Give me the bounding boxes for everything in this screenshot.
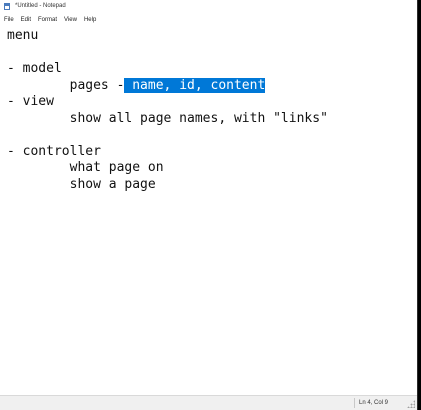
text-line: pages - name, id, content bbox=[7, 77, 266, 93]
text-line bbox=[7, 127, 417, 144]
menu-help[interactable]: Help bbox=[84, 17, 96, 23]
text-line: show all page names, with "links" bbox=[7, 110, 328, 126]
title-bar[interactable]: *Untitled - Notepad bbox=[0, 0, 417, 14]
status-divider bbox=[354, 398, 355, 408]
text-line: - model bbox=[7, 61, 62, 76]
selected-text: name, id, content bbox=[124, 77, 266, 93]
text-line bbox=[7, 45, 417, 62]
status-bar: Ln 4, Col 9 bbox=[0, 395, 417, 410]
text-line: what page on bbox=[7, 160, 164, 175]
resize-grip-icon[interactable] bbox=[407, 400, 415, 408]
text-line: menu bbox=[7, 28, 39, 43]
text-line: - controller bbox=[7, 143, 101, 159]
text-editor[interactable]: menu - model pages - name, id, content -… bbox=[0, 26, 417, 395]
notepad-icon bbox=[4, 3, 10, 10]
menu-format[interactable]: Format bbox=[38, 17, 57, 23]
window-title: *Untitled - Notepad bbox=[15, 3, 66, 9]
cursor-position: Ln 4, Col 9 bbox=[359, 400, 389, 406]
text-line: - view bbox=[7, 94, 54, 109]
menu-view[interactable]: View bbox=[64, 17, 77, 23]
menu-edit[interactable]: Edit bbox=[21, 17, 31, 23]
menu-file[interactable]: File bbox=[4, 17, 14, 23]
text-line: show a page bbox=[7, 176, 156, 192]
menu-bar: File Edit Format View Help bbox=[0, 14, 417, 26]
notepad-window: *Untitled - Notepad File Edit Format Vie… bbox=[0, 0, 418, 410]
